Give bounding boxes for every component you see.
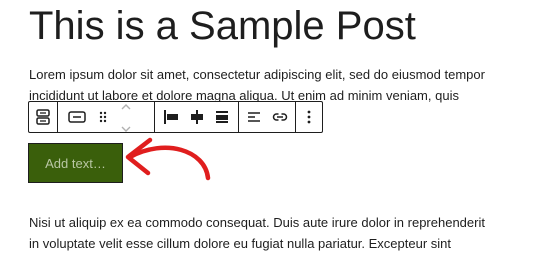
justify-space-between-icon	[214, 110, 230, 124]
more-options-icon	[307, 110, 311, 124]
paragraph-line: in voluptate velit esse cillum dolore eu…	[29, 236, 452, 251]
toolbar-group-block	[58, 102, 155, 132]
select-parent-buttons-button[interactable]	[30, 102, 56, 132]
block-type-button[interactable]	[64, 102, 90, 132]
paragraph-line: Nisi ut aliquip ex ea commodo consequat.…	[29, 215, 485, 230]
toolbar-group-parent	[29, 102, 58, 132]
link-icon	[272, 112, 288, 122]
paragraph-line: Lorem ipsum dolor sit amet, consectetur …	[29, 67, 485, 82]
justify-left-icon	[163, 110, 179, 124]
text-align-icon	[247, 111, 261, 123]
move-up-icon[interactable]	[121, 97, 131, 115]
justify-center-button[interactable]	[184, 102, 210, 132]
justify-center-icon	[189, 110, 205, 124]
justify-space-between-button[interactable]	[209, 102, 235, 132]
text-align-button[interactable]	[241, 102, 267, 132]
more-options-button[interactable]	[296, 102, 322, 132]
button-block-icon	[67, 111, 86, 123]
block-toolbar	[28, 101, 323, 133]
buttons-block-icon	[36, 109, 50, 125]
justify-left-button[interactable]	[158, 102, 184, 132]
drag-handle-icon	[99, 111, 107, 123]
paragraph-block[interactable]: Nisi ut aliquip ex ea commodo consequat.…	[29, 212, 485, 254]
post-title[interactable]: This is a Sample Post	[29, 2, 416, 50]
toolbar-group-justification	[155, 102, 239, 132]
drag-handle[interactable]	[90, 102, 116, 132]
button-text-placeholder[interactable]: Add text…	[45, 156, 106, 171]
toolbar-group-format	[239, 102, 296, 132]
move-down-icon[interactable]	[121, 119, 131, 137]
toolbar-group-options	[296, 102, 322, 132]
link-button[interactable]	[267, 102, 293, 132]
button-block[interactable]: Add text…	[28, 143, 123, 183]
block-mover	[116, 102, 136, 132]
paragraph-block[interactable]: Lorem ipsum dolor sit amet, consectetur …	[29, 64, 485, 106]
